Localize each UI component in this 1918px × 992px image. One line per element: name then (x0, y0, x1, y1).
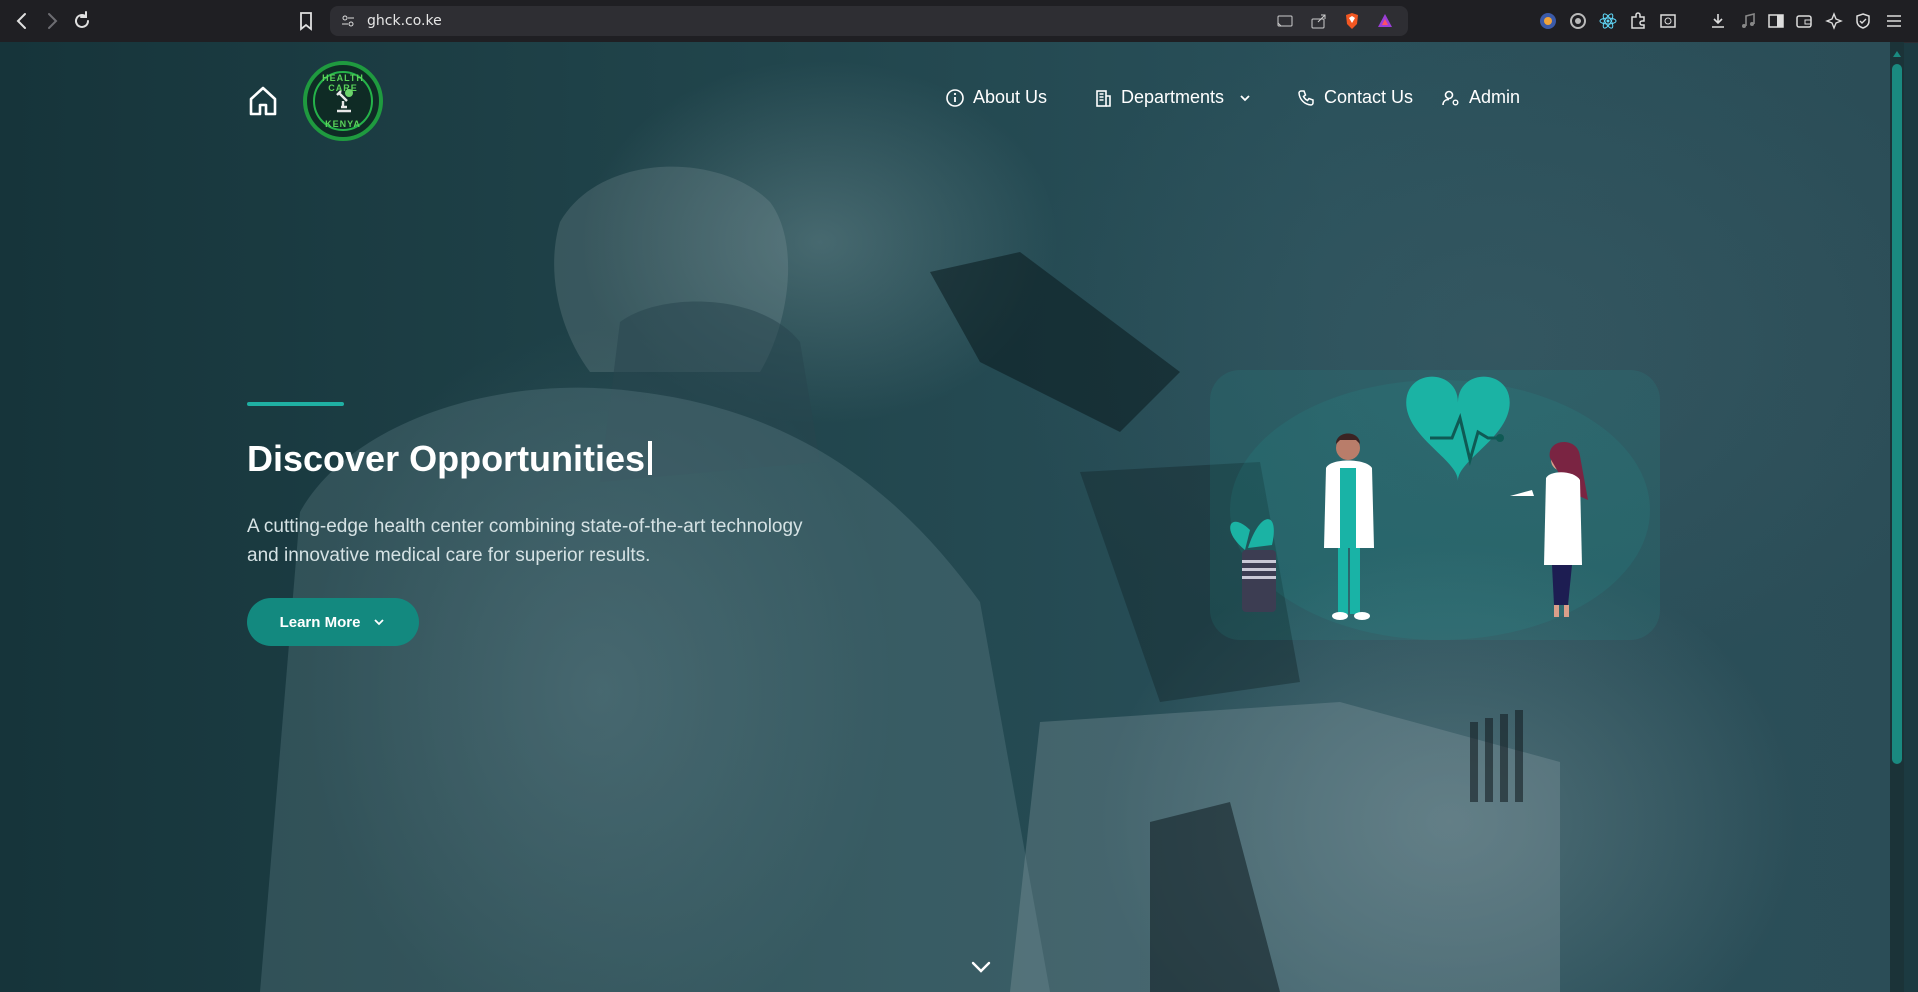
wallet-icon[interactable] (1794, 11, 1814, 31)
phone-icon (1298, 89, 1314, 106)
scroll-down-icon[interactable] (970, 960, 992, 974)
share-icon[interactable] (1310, 12, 1328, 30)
home-link[interactable] (246, 84, 280, 118)
logo-text-bottom: KENYA (325, 119, 361, 129)
nav-about-us[interactable]: About Us (945, 87, 1047, 108)
url-text[interactable]: ghck.co.ke (367, 13, 442, 29)
nav-departments[interactable]: Departments (1093, 87, 1252, 108)
brave-shields-icon[interactable] (1342, 11, 1362, 31)
page-scrollbar[interactable] (1890, 42, 1904, 992)
extension-icon[interactable] (1538, 11, 1558, 31)
menu-icon[interactable] (1884, 11, 1904, 31)
learn-more-button[interactable]: Learn More (247, 598, 419, 646)
nav-about-us-label: About Us (973, 87, 1048, 107)
brave-rewards-icon[interactable] (1376, 12, 1394, 30)
vpn-shield-icon[interactable] (1853, 11, 1873, 31)
address-bar[interactable]: ghck.co.ke (330, 6, 1408, 36)
hero-title: Discover Opportunities (247, 438, 653, 480)
scroll-up-arrow-icon[interactable] (1892, 46, 1902, 57)
screenshot-icon[interactable] (1658, 11, 1678, 31)
nav-contact-us-label: Contact Us (1324, 87, 1414, 107)
back-icon[interactable] (10, 9, 34, 33)
reload-icon[interactable] (70, 9, 94, 33)
nav-admin[interactable]: Admin (1441, 87, 1520, 108)
chevron-down-icon (1240, 94, 1250, 101)
puzzle-icon[interactable] (1628, 11, 1648, 31)
cast-icon[interactable] (1276, 12, 1294, 30)
hero-accent-bar (247, 402, 344, 406)
user-gear-icon (1442, 90, 1459, 105)
nav-admin-label: Admin (1469, 87, 1521, 107)
typing-cursor (648, 441, 653, 475)
nav-departments-label: Departments (1121, 87, 1225, 107)
bookmark-icon[interactable] (294, 9, 318, 33)
react-devtools-icon[interactable] (1598, 11, 1618, 31)
info-icon (946, 88, 964, 107)
target-icon[interactable] (1568, 11, 1588, 31)
sidebar-icon[interactable] (1766, 11, 1786, 31)
nav-contact-us[interactable]: Contact Us (1296, 87, 1413, 108)
site-logo[interactable]: HEALTH CARE KENYA (303, 61, 383, 141)
learn-more-label: Learn More (279, 613, 361, 631)
forward-icon[interactable] (40, 9, 64, 33)
site-settings-icon[interactable] (340, 13, 356, 29)
microscope-icon (336, 89, 353, 113)
browser-toolbar: ghck.co.ke (0, 0, 1918, 43)
web-page: HEALTH CARE KENYA About Us Departments C… (0, 42, 1904, 992)
leo-ai-icon[interactable] (1824, 11, 1844, 31)
download-icon[interactable] (1708, 11, 1728, 31)
doctors-illustration (1210, 370, 1660, 640)
home-icon (249, 86, 277, 116)
music-icon[interactable] (1738, 11, 1758, 31)
hero-title-text: Discover Opportunities (247, 438, 646, 479)
chevron-down-icon (374, 619, 385, 626)
building-icon (1096, 89, 1111, 107)
hero-subtitle: A cutting-edge health center combining s… (247, 516, 803, 566)
scrollbar-thumb[interactable] (1892, 64, 1902, 764)
